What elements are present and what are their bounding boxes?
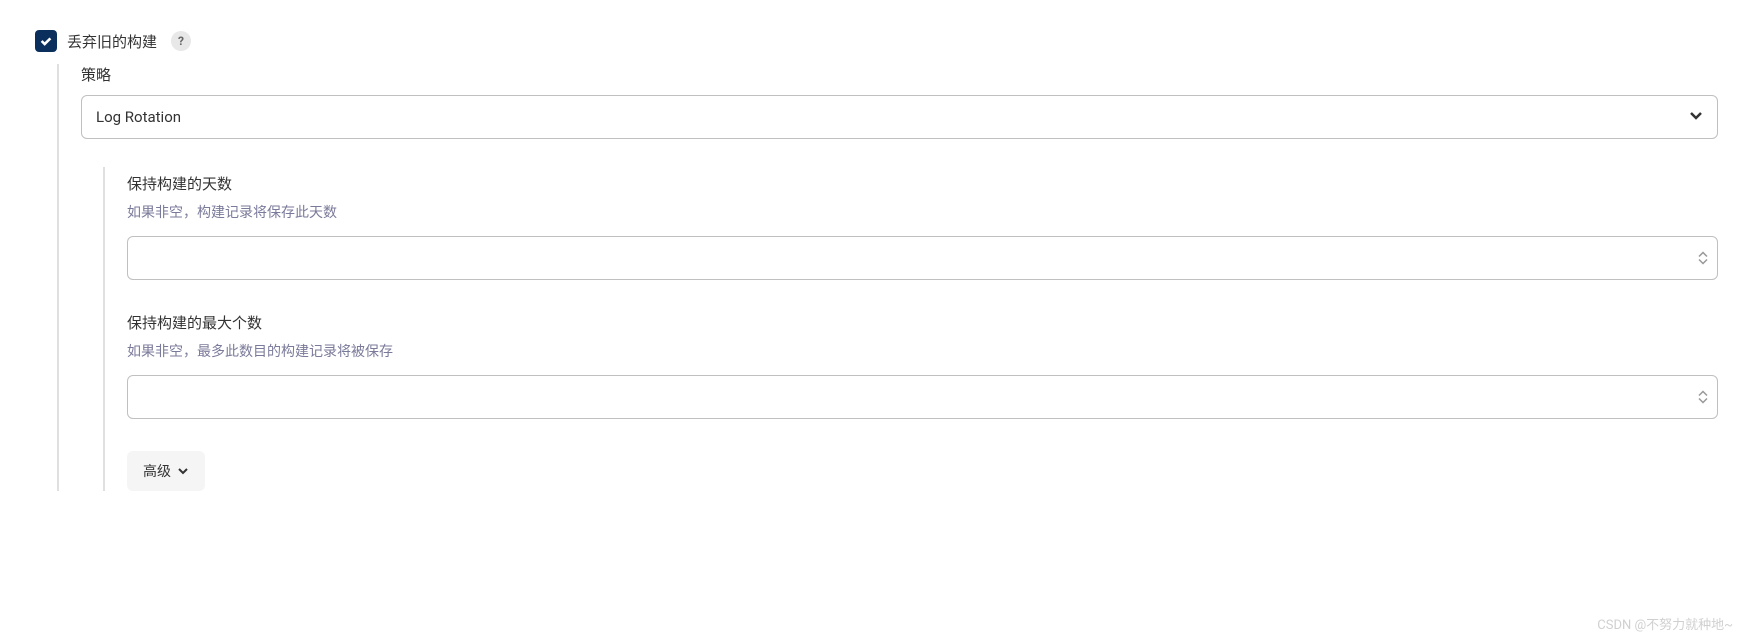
help-icon[interactable]: ? — [171, 31, 191, 51]
max-to-keep-label: 保持构建的最大个数 — [127, 312, 1718, 333]
discard-old-builds-checkbox[interactable] — [35, 30, 57, 52]
days-to-keep-label: 保持构建的天数 — [127, 173, 1718, 194]
advanced-button[interactable]: 高级 — [127, 451, 205, 491]
watermark: CSDN @不努力就种地~ — [1597, 614, 1733, 633]
days-to-keep-input[interactable] — [127, 236, 1718, 280]
max-to-keep-input[interactable] — [127, 375, 1718, 419]
max-to-keep-hint: 如果非空，最多此数目的构建记录将被保存 — [127, 341, 1718, 361]
chevron-down-icon — [177, 465, 189, 477]
check-icon — [39, 34, 53, 48]
discard-old-builds-label: 丢弃旧的构建 — [67, 31, 157, 52]
advanced-button-label: 高级 — [143, 461, 171, 481]
strategy-select[interactable]: Log Rotation — [81, 95, 1718, 139]
days-to-keep-hint: 如果非空，构建记录将保存此天数 — [127, 202, 1718, 222]
strategy-label: 策略 — [81, 64, 1718, 85]
